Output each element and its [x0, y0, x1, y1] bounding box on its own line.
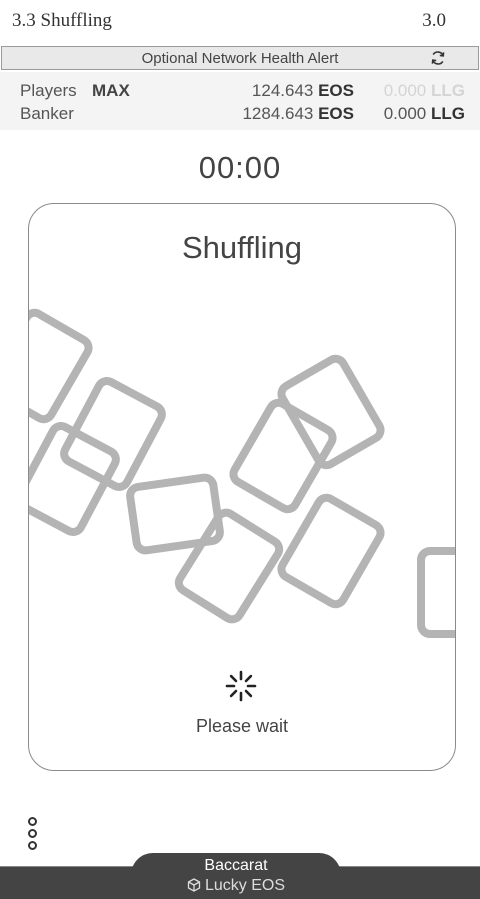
banker-eos-amount: 1284.643 EOS [242, 104, 354, 123]
network-health-alert-bar[interactable]: Optional Network Health Alert [1, 46, 479, 70]
players-label: Players [20, 81, 77, 100]
more-vertical-icon[interactable] [26, 817, 38, 853]
bet-stats-panel: Players MAX 124.643 EOS 0.000 LLG Banker… [0, 72, 480, 130]
banker-llg-amount: 0.000 LLG [383, 104, 465, 123]
refresh-icon[interactable] [428, 48, 448, 68]
playing-card-icon [277, 354, 385, 470]
page-title: 3.3 Shuffling [12, 10, 112, 31]
please-wait-text: Please wait [195, 716, 289, 736]
network-health-alert-text: Optional Network Health Alert [141, 50, 339, 67]
players-llg-amount: 0.000 LLG [383, 81, 465, 100]
version-label: 3.0 [422, 10, 446, 31]
playing-card-icon [174, 508, 284, 624]
countdown-timer: 00:00 [198, 150, 282, 185]
banker-row: Banker 1284.643 EOS 0.000 LLG [0, 104, 480, 126]
game-name: Baccarat [204, 857, 268, 874]
players-eos-amount: 124.643 EOS [251, 81, 354, 100]
loading-spinner-icon [224, 669, 258, 703]
playing-card-icon [29, 308, 93, 424]
shuffling-panel: Shuffling Please wait [28, 203, 456, 771]
cube-icon [187, 878, 201, 892]
top-bar: 3.3 Shuffling 3.0 [0, 0, 480, 44]
playing-card-icon [277, 493, 385, 609]
brand-label: Lucky EOS [131, 877, 341, 895]
playing-card-icon [417, 547, 455, 638]
game-switcher-tab[interactable]: Baccarat Lucky EOS [131, 853, 341, 899]
players-row: Players MAX 124.643 EOS 0.000 LLG [0, 81, 480, 103]
players-max-badge: MAX [92, 81, 130, 100]
banker-label: Banker [20, 104, 74, 123]
